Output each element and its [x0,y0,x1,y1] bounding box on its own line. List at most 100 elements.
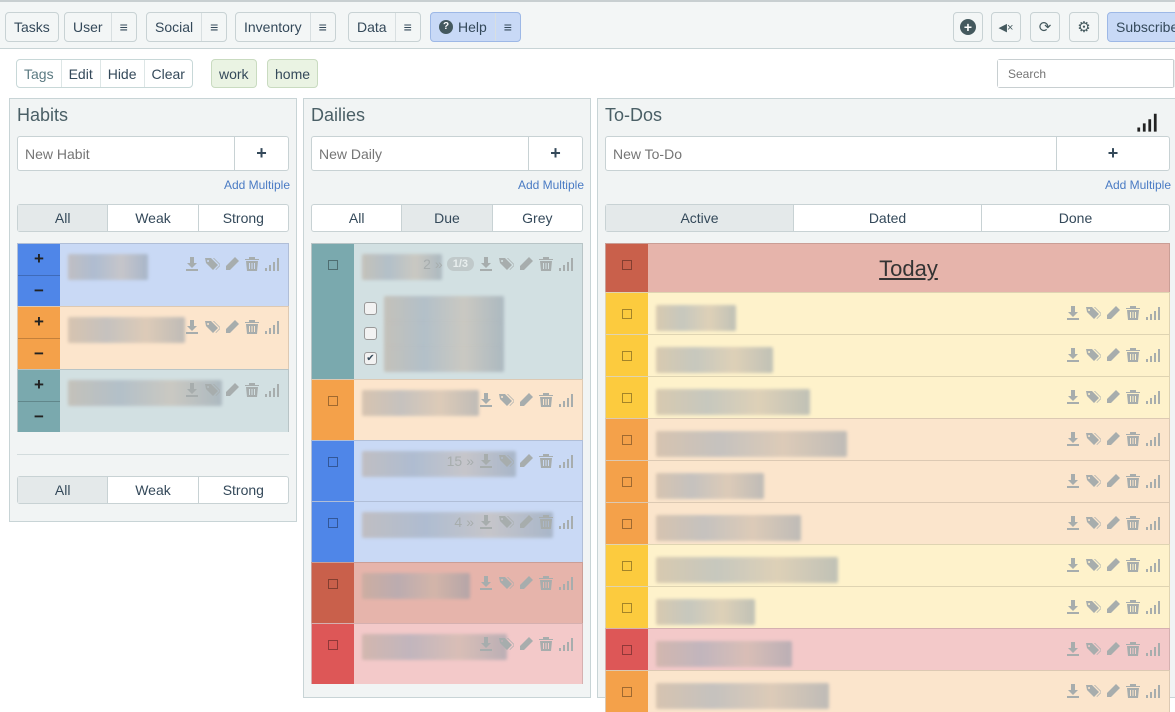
task-checkbox[interactable] [622,561,632,571]
trash-icon[interactable] [244,382,260,398]
difficulty-bars-icon[interactable] [1136,111,1158,133]
tag-icon[interactable] [1085,641,1101,657]
search-input[interactable] [998,60,1173,87]
pencil-icon[interactable] [224,382,240,398]
download-icon[interactable] [1065,557,1081,573]
task-checkbox[interactable] [622,477,632,487]
menu-icon[interactable]: ≡ [494,13,520,41]
trash-icon[interactable] [538,636,554,652]
pencil-icon[interactable] [518,636,534,652]
difficulty-bars-icon[interactable] [264,319,280,335]
checkbox[interactable] [622,260,632,270]
pencil-icon[interactable] [1105,683,1121,699]
tag-icon[interactable] [1085,473,1101,489]
filter-active[interactable]: Active [606,205,793,231]
task-checkbox[interactable] [622,645,632,655]
task-checkbox[interactable] [328,260,338,270]
add-todo-button[interactable]: + [1056,137,1169,170]
pencil-icon[interactable] [518,256,534,272]
filter-all[interactable]: All [18,205,108,231]
tag-icon[interactable] [498,514,514,530]
menu-icon[interactable]: ≡ [394,13,420,41]
filter-all[interactable]: All [312,205,401,231]
trash-icon[interactable] [1125,431,1141,447]
difficulty-bars-icon[interactable] [264,382,280,398]
task-checkbox[interactable] [622,687,632,697]
menu-icon[interactable]: ≡ [201,13,226,41]
task-checkbox[interactable] [328,396,338,406]
filter-weak[interactable]: Weak [107,205,197,231]
nav-help[interactable]: ? Help ≡ [430,12,521,42]
pencil-icon[interactable] [1105,347,1121,363]
download-icon[interactable] [478,392,494,408]
filter-all[interactable]: All [18,477,108,503]
add-multiple-link[interactable]: Add Multiple [224,178,290,192]
difficulty-bars-icon[interactable] [558,575,574,591]
subscribe-button[interactable]: Subscribe [1107,12,1175,42]
plus-button[interactable]: + [18,370,60,401]
download-icon[interactable] [1065,641,1081,657]
tag-icon[interactable] [204,256,220,272]
pencil-icon[interactable] [518,392,534,408]
sync-icon[interactable]: ⟳ [1030,12,1060,42]
difficulty-bars-icon[interactable] [558,256,574,272]
tag-icon[interactable] [498,636,514,652]
task-checkbox[interactable] [328,579,338,589]
new-daily-input[interactable] [312,137,528,170]
add-multiple-link[interactable]: Add Multiple [518,178,584,192]
download-icon[interactable] [478,256,494,272]
difficulty-bars-icon[interactable] [1145,431,1161,447]
trash-icon[interactable] [1125,641,1141,657]
download-icon[interactable] [1065,473,1081,489]
pencil-icon[interactable] [1105,641,1121,657]
tag-home[interactable]: home [267,59,319,88]
filter-grey[interactable]: Grey [491,205,582,231]
tag-icon[interactable] [498,392,514,408]
menu-icon[interactable]: ≡ [110,13,136,41]
tag-icon[interactable] [204,319,220,335]
task-checkbox[interactable] [622,351,632,361]
minus-button[interactable]: − [18,274,60,307]
filter-weak[interactable]: Weak [107,477,197,503]
difficulty-bars-icon[interactable] [1145,347,1161,363]
pencil-icon[interactable] [1105,389,1121,405]
filter-done[interactable]: Done [981,205,1169,231]
task-checkbox[interactable] [622,435,632,445]
trash-icon[interactable] [1125,305,1141,321]
task-checkbox[interactable] [622,519,632,529]
trash-icon[interactable] [538,575,554,591]
difficulty-bars-icon[interactable] [1145,641,1161,657]
checklist-checkbox[interactable] [364,327,377,340]
pencil-icon[interactable] [1105,557,1121,573]
difficulty-bars-icon[interactable] [1145,389,1161,405]
tag-icon[interactable] [1085,599,1101,615]
pencil-icon[interactable] [224,256,240,272]
tag-icon[interactable] [498,575,514,591]
trash-icon[interactable] [1125,389,1141,405]
task-checkbox[interactable] [328,518,338,528]
download-icon[interactable] [1065,599,1081,615]
task-checkbox[interactable] [622,309,632,319]
filter-strong[interactable]: Strong [197,205,288,231]
checklist-badge[interactable]: 1/3 [446,257,474,271]
task-checkbox[interactable] [328,457,338,467]
hide-tags-button[interactable]: Hide [99,60,144,87]
pencil-icon[interactable] [1105,473,1121,489]
tag-icon[interactable] [1085,389,1101,405]
trash-icon[interactable] [1125,557,1141,573]
trash-icon[interactable] [538,256,554,272]
pencil-icon[interactable] [1105,599,1121,615]
tag-icon[interactable] [1085,305,1101,321]
pencil-icon[interactable] [1105,431,1121,447]
download-icon[interactable] [184,319,200,335]
clear-tags-button[interactable]: Clear [143,60,192,87]
difficulty-bars-icon[interactable] [1145,683,1161,699]
trash-icon[interactable] [244,319,260,335]
task-checkbox[interactable] [328,640,338,650]
filter-dated[interactable]: Dated [793,205,981,231]
pencil-icon[interactable] [518,514,534,530]
difficulty-bars-icon[interactable] [1145,305,1161,321]
difficulty-bars-icon[interactable] [558,514,574,530]
pencil-icon[interactable] [518,453,534,469]
difficulty-bars-icon[interactable] [1145,515,1161,531]
